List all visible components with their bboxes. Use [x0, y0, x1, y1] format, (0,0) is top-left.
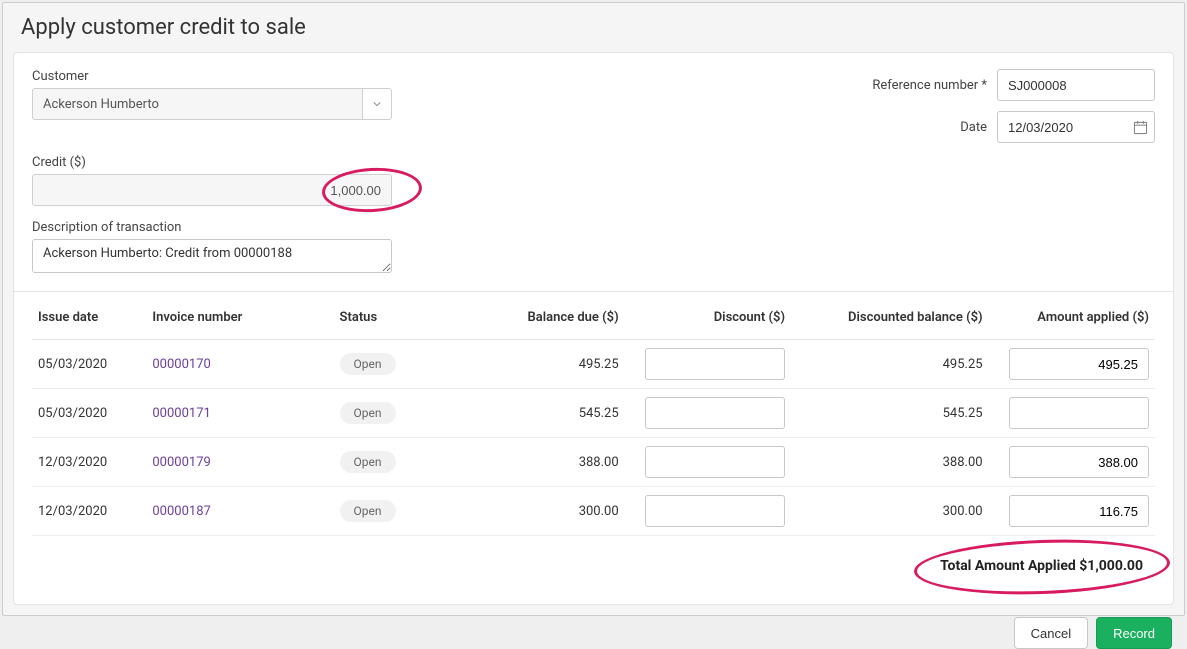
reference-label: Reference number *: [872, 78, 987, 93]
total-value: $1,000.00: [1079, 558, 1143, 574]
discount-input[interactable]: [645, 397, 785, 429]
cell-issue-date: 05/03/2020: [32, 389, 146, 438]
amount-applied-input[interactable]: [1009, 446, 1149, 478]
invoice-link[interactable]: 00000171: [152, 406, 210, 421]
amount-applied-input[interactable]: [1009, 348, 1149, 380]
apply-credit-window: Apply customer credit to sale Customer A…: [2, 2, 1185, 616]
cell-balance-due: 495.25: [458, 340, 624, 389]
table-row: 12/03/2020 00000187 Open 300.00 300.00: [32, 487, 1155, 536]
amount-applied-input[interactable]: [1009, 495, 1149, 527]
col-amount-applied: Amount applied ($): [989, 296, 1155, 340]
discount-input[interactable]: [645, 495, 785, 527]
footer-actions: Cancel Record: [3, 615, 1184, 649]
table-header-row: Issue date Invoice number Status Balance…: [32, 296, 1155, 340]
cell-issue-date: 05/03/2020: [32, 340, 146, 389]
discount-input[interactable]: [645, 446, 785, 478]
invoices-table: Issue date Invoice number Status Balance…: [32, 296, 1155, 536]
customer-block: Customer Ackerson Humberto: [32, 69, 392, 143]
col-invoice-number: Invoice number: [146, 296, 333, 340]
customer-select[interactable]: Ackerson Humberto: [32, 88, 392, 120]
record-button[interactable]: Record: [1096, 617, 1172, 649]
date-field: Date: [960, 111, 1155, 143]
date-label: Date: [960, 120, 987, 135]
cell-discounted-balance: 495.25: [791, 340, 989, 389]
cell-discounted-balance: 388.00: [791, 438, 989, 487]
reference-field: Reference number *: [872, 69, 1155, 101]
totals-row: Total Amount Applied $1,000.00: [32, 536, 1155, 586]
cell-balance-due: 388.00: [458, 438, 624, 487]
status-pill: Open: [340, 451, 396, 473]
chevron-down-icon: [373, 100, 381, 108]
status-pill: Open: [340, 500, 396, 522]
table-row: 12/03/2020 00000179 Open 388.00 388.00: [32, 438, 1155, 487]
cell-discounted-balance: 545.25: [791, 389, 989, 438]
discount-input[interactable]: [645, 348, 785, 380]
page-title: Apply customer credit to sale: [21, 15, 1166, 40]
description-block: Description of transaction Ackerson Humb…: [32, 220, 1155, 277]
table-row: 05/03/2020 00000170 Open 495.25 495.25: [32, 340, 1155, 389]
credit-label: Credit ($): [32, 155, 392, 170]
cell-issue-date: 12/03/2020: [32, 438, 146, 487]
status-pill: Open: [340, 402, 396, 424]
table-row: 05/03/2020 00000171 Open 545.25 545.25: [32, 389, 1155, 438]
amount-applied-input[interactable]: [1009, 397, 1149, 429]
total-label: Total Amount Applied: [940, 558, 1076, 574]
customer-label: Customer: [32, 69, 392, 84]
status-pill: Open: [340, 353, 396, 375]
cancel-button[interactable]: Cancel: [1014, 617, 1088, 649]
cell-discounted-balance: 300.00: [791, 487, 989, 536]
reference-input[interactable]: [997, 69, 1155, 101]
col-discount: Discount ($): [625, 296, 791, 340]
description-input[interactable]: Ackerson Humberto: Credit from 00000188: [32, 239, 392, 273]
cell-balance-due: 545.25: [458, 389, 624, 438]
credit-input: [32, 174, 392, 206]
cell-balance-due: 300.00: [458, 487, 624, 536]
calendar-icon[interactable]: [1131, 118, 1149, 136]
divider: [14, 291, 1173, 292]
customer-select-value[interactable]: Ackerson Humberto: [32, 88, 362, 120]
col-discounted-balance: Discounted balance ($): [791, 296, 989, 340]
invoice-link[interactable]: 00000187: [152, 504, 210, 519]
description-label: Description of transaction: [32, 220, 1155, 235]
window-header: Apply customer credit to sale: [3, 3, 1184, 52]
col-status: Status: [334, 296, 459, 340]
col-balance-due: Balance due ($): [458, 296, 624, 340]
top-row: Customer Ackerson Humberto Reference num…: [32, 69, 1155, 143]
invoice-link[interactable]: 00000179: [152, 455, 210, 470]
main-panel: Customer Ackerson Humberto Reference num…: [13, 52, 1174, 605]
col-issue-date: Issue date: [32, 296, 146, 340]
right-fields: Reference number * Date: [872, 69, 1155, 143]
customer-select-toggle[interactable]: [362, 88, 392, 120]
credit-block: Credit ($): [32, 155, 392, 206]
cell-issue-date: 12/03/2020: [32, 487, 146, 536]
invoice-link[interactable]: 00000170: [152, 357, 210, 372]
